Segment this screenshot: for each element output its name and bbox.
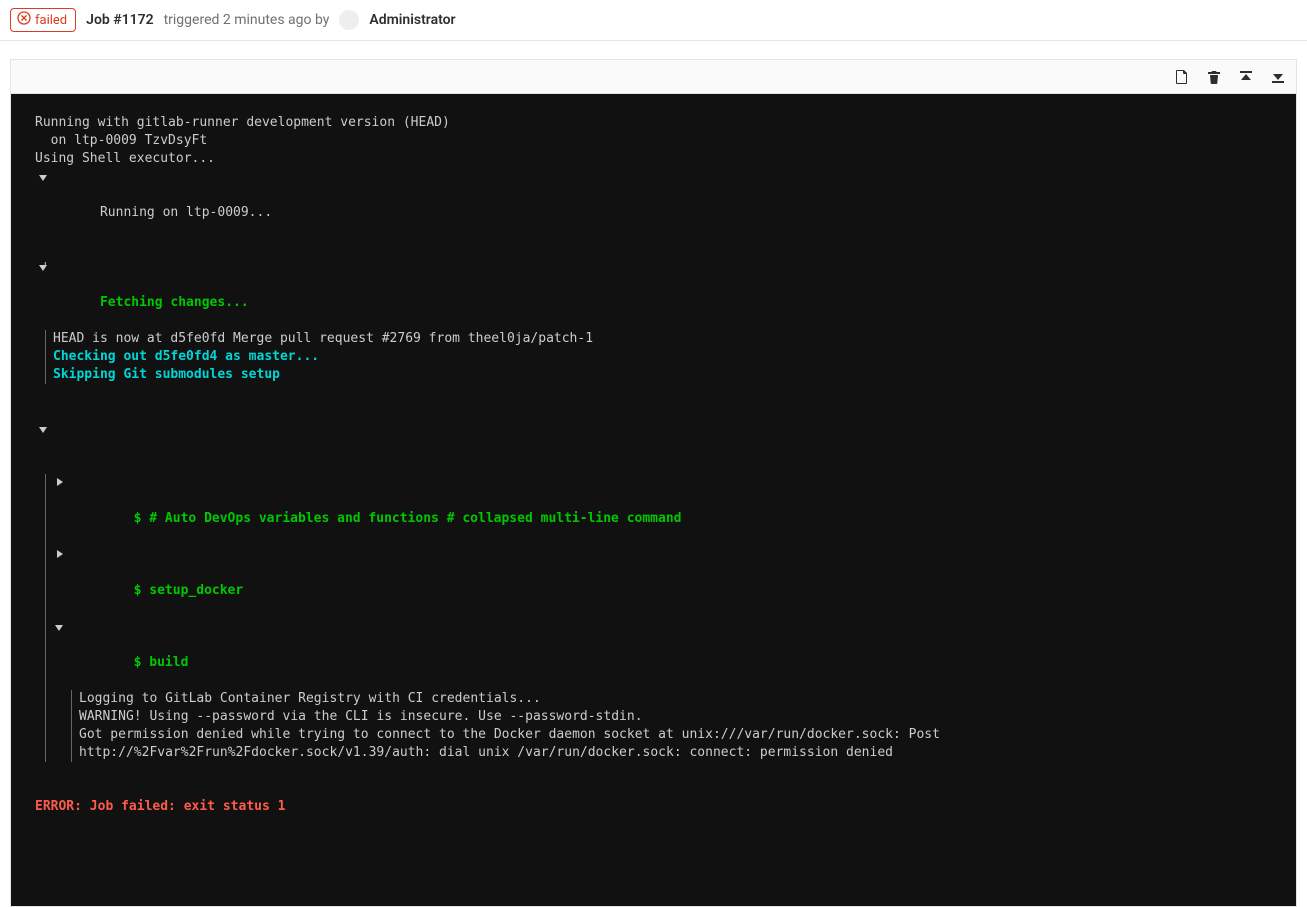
log-line: Logging to GitLab Container Registry wit… <box>79 690 1288 708</box>
log-line-text: Fetching changes... <box>100 295 249 310</box>
job-header: failed Job #1172 triggered 2 minutes ago… <box>0 0 1307 41</box>
log-line-text: $ build <box>134 655 189 670</box>
log-error-line: ERROR: Job failed: exit status 1 <box>19 798 1288 816</box>
log-line: ' <box>19 240 1288 258</box>
log-line-text: $ # Auto DevOps variables and functions … <box>134 511 682 526</box>
chevron-down-icon[interactable] <box>39 427 47 433</box>
status-badge-failed: failed <box>10 8 76 32</box>
log-section-toggle[interactable] <box>19 420 1288 474</box>
chevron-right-icon[interactable] <box>57 550 63 558</box>
log-line: HEAD is now at d5fe0fd Merge pull reques… <box>53 330 1288 348</box>
log-section-toggle[interactable]: $ build <box>53 618 1288 690</box>
log-line: Skipping Git submodules setup <box>53 366 1288 384</box>
scroll-bottom-button[interactable] <box>1270 69 1286 85</box>
triggered-text: triggered 2 minutes ago by <box>164 12 330 28</box>
log-section-body: Logging to GitLab Container Registry wit… <box>71 690 1288 762</box>
scroll-top-button[interactable] <box>1238 69 1254 85</box>
log-line: WARNING! Using --password via the CLI is… <box>79 708 1288 726</box>
avatar[interactable] <box>339 10 359 30</box>
log-section-toggle[interactable]: $ setup_docker <box>53 546 1288 618</box>
log-line-text: Running on ltp-0009... <box>100 205 272 220</box>
failed-icon <box>17 11 31 29</box>
erase-log-button[interactable] <box>1206 69 1222 85</box>
log-section-toggle[interactable]: Fetching changes... <box>19 258 1288 330</box>
job-title: Job #1172 <box>86 12 153 28</box>
log-line: Running with gitlab-runner development v… <box>19 114 1288 132</box>
log-line: Checking out d5fe0fd4 as master... <box>53 348 1288 366</box>
chevron-down-icon[interactable] <box>55 625 63 631</box>
log-section-body: HEAD is now at d5fe0fd Merge pull reques… <box>45 330 1288 384</box>
log-section-toggle[interactable]: Running on ltp-0009... <box>19 168 1288 240</box>
raw-log-button[interactable] <box>1174 69 1190 85</box>
log-body[interactable]: Running with gitlab-runner development v… <box>11 94 1296 906</box>
log-section-body: $ # Auto DevOps variables and functions … <box>45 474 1288 762</box>
log-toolbar <box>11 60 1296 94</box>
log-line-text: $ setup_docker <box>134 583 244 598</box>
chevron-right-icon[interactable] <box>57 478 63 486</box>
user-name[interactable]: Administrator <box>369 12 455 28</box>
log-line: Got permission denied while trying to co… <box>79 726 1288 762</box>
log-section-toggle[interactable]: $ # Auto DevOps variables and functions … <box>53 474 1288 546</box>
log-line: Using Shell executor... <box>19 150 1288 168</box>
chevron-down-icon[interactable] <box>39 175 47 181</box>
chevron-down-icon[interactable] <box>39 265 47 271</box>
status-text: failed <box>35 13 67 28</box>
log-container: Running with gitlab-runner development v… <box>10 59 1297 907</box>
log-line: on ltp-0009 TzvDsyFt <box>19 132 1288 150</box>
